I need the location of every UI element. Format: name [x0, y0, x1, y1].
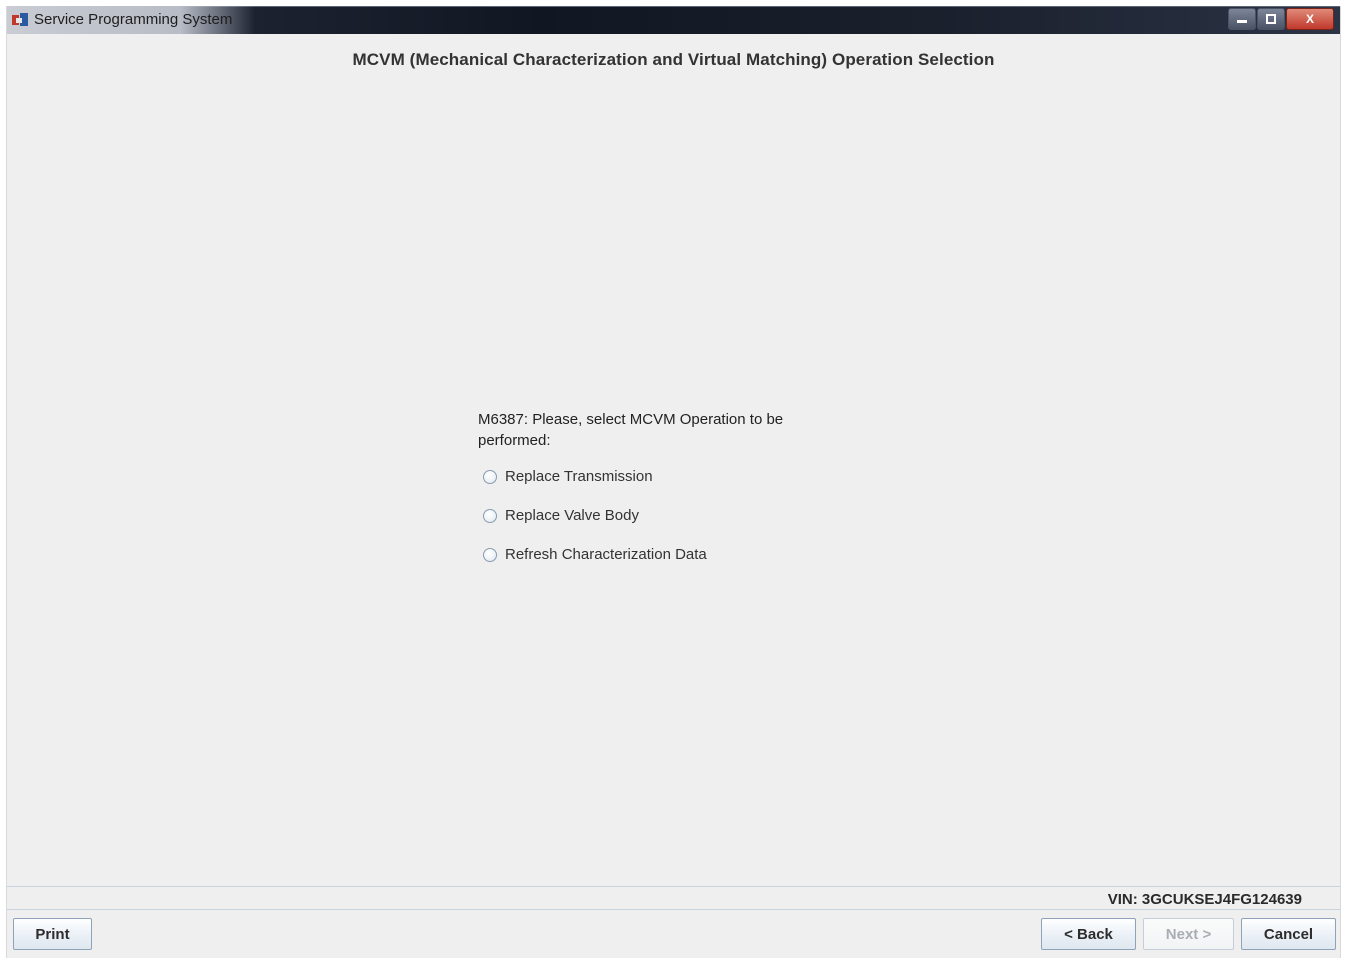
back-button[interactable]: < Back — [1041, 918, 1136, 950]
title-bar[interactable]: Service Programming System X — [7, 6, 1340, 34]
print-button[interactable]: Print — [13, 918, 92, 950]
maximize-button[interactable] — [1257, 8, 1285, 30]
maximize-icon — [1266, 14, 1276, 24]
window-title: Service Programming System — [34, 11, 233, 28]
application-window: Service Programming System X MCVM (Mecha… — [6, 6, 1341, 958]
operation-prompt: M6387: Please, select MCVM Operation to … — [478, 411, 784, 449]
radio-button-icon[interactable] — [483, 508, 497, 523]
radio-button-icon[interactable] — [483, 469, 497, 484]
page-title: MCVM (Mechanical Characterization and Vi… — [352, 50, 995, 69]
radio-option-label[interactable]: Refresh Characterization Data — [505, 546, 707, 563]
minimize-icon — [1237, 20, 1247, 23]
radio-button-icon[interactable] — [483, 547, 497, 562]
radio-option-refresh-characterization-data[interactable]: Refresh Characterization Data — [483, 535, 707, 574]
radio-option-label[interactable]: Replace Transmission — [505, 468, 653, 485]
window-controls: X — [1228, 8, 1334, 30]
radio-option-label[interactable]: Replace Valve Body — [505, 507, 639, 524]
footer-divider-bottom — [7, 909, 1340, 910]
close-button[interactable]: X — [1286, 8, 1334, 30]
next-button[interactable]: Next > — [1143, 918, 1234, 950]
cancel-button[interactable]: Cancel — [1241, 918, 1336, 950]
radio-option-replace-transmission[interactable]: Replace Transmission — [483, 457, 707, 496]
operation-radio-group: Replace Transmission Replace Valve Body … — [483, 457, 707, 574]
minimize-button[interactable] — [1228, 8, 1256, 30]
vin-label: VIN: 3GCUKSEJ4FG124639 — [1107, 891, 1302, 908]
radio-option-replace-valve-body[interactable]: Replace Valve Body — [483, 496, 707, 535]
close-icon: X — [1305, 12, 1314, 26]
footer-divider-top — [7, 886, 1340, 887]
app-icon — [12, 13, 28, 26]
